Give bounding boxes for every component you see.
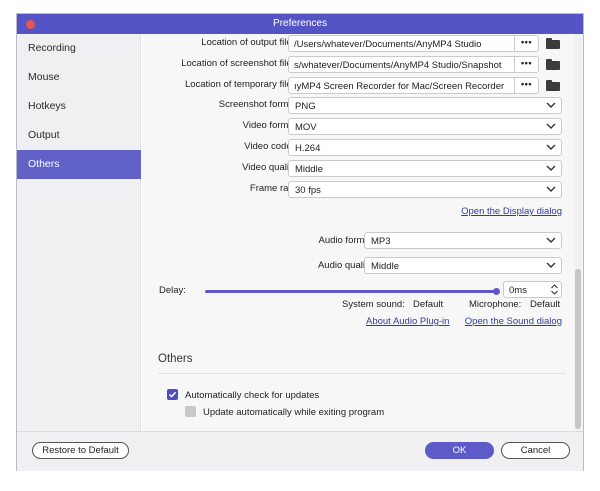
video-quality-select[interactable]: Middle bbox=[288, 160, 562, 177]
video-format-select[interactable]: MOV bbox=[288, 118, 562, 135]
sidebar-item-output[interactable]: Output bbox=[17, 121, 141, 150]
audio-quality-value: Middle bbox=[371, 261, 399, 272]
browse-temp-button[interactable]: ••• bbox=[514, 78, 538, 93]
section-divider bbox=[158, 373, 566, 374]
delay-value: 0ms bbox=[509, 285, 527, 296]
screenshot-files-field[interactable]: s/whatever/Documents/AnyMP4 Studio/Snaps… bbox=[288, 56, 539, 73]
microphone-label: Microphone: bbox=[469, 299, 522, 310]
chevron-down-icon bbox=[546, 184, 556, 194]
chevron-down-icon bbox=[546, 121, 556, 131]
screenshot-files-path: s/whatever/Documents/AnyMP4 Studio/Snaps… bbox=[294, 60, 502, 71]
auto-update-on-exit-checkbox[interactable] bbox=[185, 406, 196, 417]
chevron-down-icon bbox=[546, 235, 556, 245]
about-audio-plugin-link[interactable]: About Audio Plug-in bbox=[366, 316, 449, 327]
ok-button[interactable]: OK bbox=[425, 442, 494, 459]
browse-output-button[interactable]: ••• bbox=[514, 36, 538, 51]
video-format-value: MOV bbox=[295, 122, 317, 133]
frame-rate-value: 30 fps bbox=[295, 185, 321, 196]
sidebar: Recording Mouse Hotkeys Output Others bbox=[17, 34, 141, 431]
delay-label: Delay: bbox=[159, 285, 186, 296]
delay-slider-handle[interactable] bbox=[493, 288, 500, 295]
video-codec-select[interactable]: H.264 bbox=[288, 139, 562, 156]
sidebar-item-mouse[interactable]: Mouse bbox=[17, 63, 141, 92]
audio-format-value: MP3 bbox=[371, 236, 391, 247]
scrollbar-thumb[interactable] bbox=[575, 269, 581, 429]
delay-slider-track[interactable] bbox=[205, 290, 497, 293]
screenshot-files-label: Location of screenshot files: bbox=[181, 58, 299, 69]
open-sound-dialog-link[interactable]: Open the Sound dialog bbox=[465, 316, 562, 327]
browse-screenshot-button[interactable]: ••• bbox=[514, 57, 538, 72]
video-quality-value: Middle bbox=[295, 164, 323, 175]
output-files-field[interactable]: /Users/whatever/Documents/AnyMP4 Studio … bbox=[288, 35, 539, 52]
sidebar-item-recording[interactable]: Recording bbox=[17, 34, 141, 63]
auto-update-on-exit-label: Update automatically while exiting progr… bbox=[203, 407, 385, 418]
open-screenshot-folder-icon[interactable] bbox=[546, 59, 560, 70]
others-section-title: Others bbox=[158, 353, 193, 365]
output-files-label: Location of output files: bbox=[201, 37, 299, 48]
output-files-path: /Users/whatever/Documents/AnyMP4 Studio bbox=[294, 39, 482, 50]
system-sound-label: System sound: bbox=[342, 299, 405, 310]
sidebar-item-others[interactable]: Others bbox=[17, 150, 141, 179]
auto-check-updates-label: Automatically check for updates bbox=[185, 390, 320, 401]
screenshot-format-value: PNG bbox=[295, 101, 316, 112]
content-scrollbar[interactable] bbox=[574, 34, 582, 431]
open-display-dialog-link[interactable]: Open the Display dialog bbox=[461, 206, 562, 217]
video-codec-value: H.264 bbox=[295, 143, 321, 154]
frame-rate-select[interactable]: 30 fps bbox=[288, 181, 562, 198]
temp-files-field[interactable]: ıyMP4 Screen Recorder for Mac/Screen Rec… bbox=[288, 77, 539, 94]
stepper-arrows-icon[interactable] bbox=[550, 283, 559, 296]
checkmark-icon bbox=[168, 391, 177, 398]
audio-quality-select[interactable]: Middle bbox=[364, 257, 562, 274]
title-bar: Preferences bbox=[17, 14, 583, 34]
audio-format-select[interactable]: MP3 bbox=[364, 232, 562, 249]
delay-stepper[interactable]: 0ms bbox=[503, 281, 562, 298]
dialog-footer: Restore to Default OK Cancel bbox=[17, 431, 583, 471]
preferences-window: Preferences Recording Mouse Hotkeys Outp… bbox=[16, 13, 584, 471]
chevron-down-icon bbox=[546, 100, 556, 110]
restore-default-button[interactable]: Restore to Default bbox=[32, 442, 129, 459]
sidebar-item-hotkeys[interactable]: Hotkeys bbox=[17, 92, 141, 121]
open-output-folder-icon[interactable] bbox=[546, 38, 560, 49]
auto-check-updates-checkbox[interactable] bbox=[167, 389, 178, 400]
chevron-down-icon bbox=[546, 163, 556, 173]
microphone-value: Default bbox=[530, 299, 561, 310]
cancel-button[interactable]: Cancel bbox=[501, 442, 570, 459]
system-sound-value: Default bbox=[413, 299, 444, 310]
temp-files-label: Location of temporary files: bbox=[184, 79, 299, 90]
settings-content: Location of output files: /Users/whateve… bbox=[142, 34, 583, 431]
screenshot-format-select[interactable]: PNG bbox=[288, 97, 562, 114]
chevron-down-icon bbox=[546, 142, 556, 152]
temp-files-path: ıyMP4 Screen Recorder for Mac/Screen Rec… bbox=[294, 81, 505, 92]
screenshot-format-label: Screenshot format: bbox=[218, 99, 299, 110]
window-title: Preferences bbox=[273, 18, 327, 29]
chevron-down-icon bbox=[546, 260, 556, 270]
open-temp-folder-icon[interactable] bbox=[546, 80, 560, 91]
